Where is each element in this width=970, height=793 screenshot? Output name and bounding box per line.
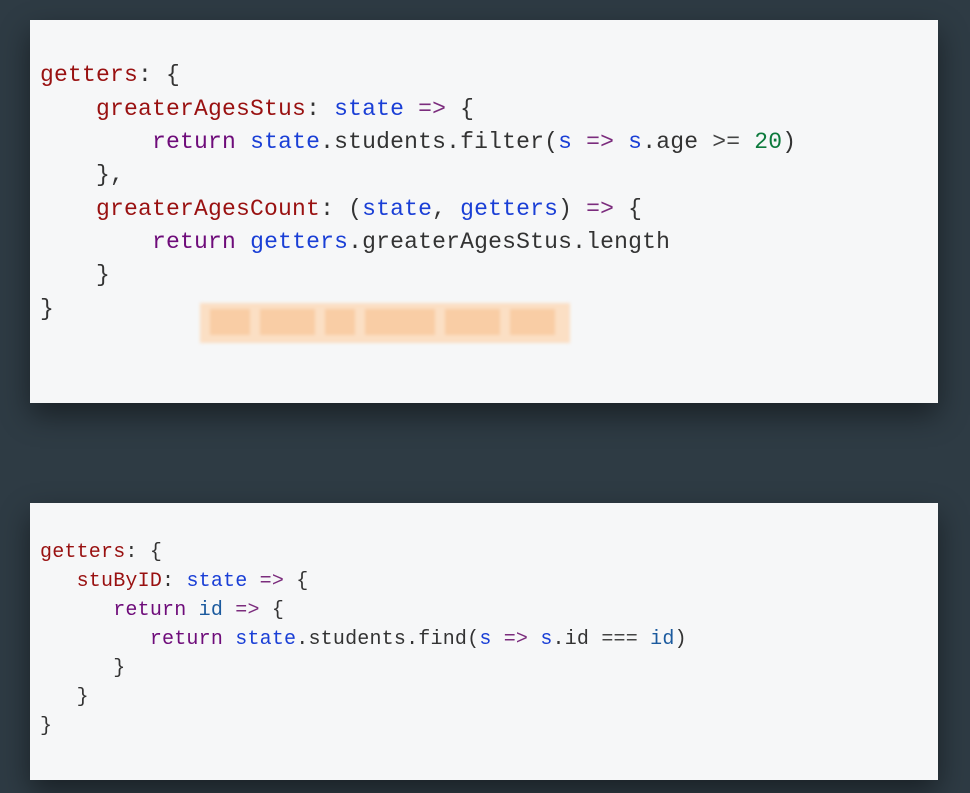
code-text xyxy=(40,196,96,222)
code-text xyxy=(40,686,77,709)
code-text: return xyxy=(150,628,223,651)
code-text: .students. xyxy=(296,628,418,651)
code-block-2: getters: { stuByID: state => { return id… xyxy=(30,503,938,780)
code-text xyxy=(40,129,152,155)
code-text: { xyxy=(460,96,474,122)
code-text: state xyxy=(235,628,296,651)
code-text: state xyxy=(334,96,404,122)
code-text: : xyxy=(162,570,186,593)
code-text: state xyxy=(186,570,247,593)
code-text: { xyxy=(296,570,308,593)
code-text: s xyxy=(540,628,552,651)
code-text: return xyxy=(152,229,236,255)
code-text: getters xyxy=(40,62,138,88)
code-text: s xyxy=(628,129,642,155)
code-text: : { xyxy=(125,541,162,564)
code-text xyxy=(740,129,754,155)
code-text: .age xyxy=(642,129,712,155)
code-text xyxy=(236,229,250,255)
code-text: s xyxy=(558,129,572,155)
code-block-1: getters: { greaterAgesStus: state => { r… xyxy=(30,20,938,403)
code-text: ) xyxy=(558,196,572,222)
code-text xyxy=(638,628,650,651)
code-text: } xyxy=(40,715,52,738)
code-text xyxy=(40,96,96,122)
code-text: => xyxy=(572,196,628,222)
code-text: greaterAgesStus xyxy=(96,96,306,122)
code-text: => xyxy=(247,570,296,593)
code-text: getters xyxy=(40,541,125,564)
smudge-overlay xyxy=(200,303,570,343)
code-text xyxy=(186,599,198,622)
code-text: { xyxy=(272,599,284,622)
code-text: state xyxy=(250,129,320,155)
code-text xyxy=(40,162,96,188)
code-text: filter xyxy=(460,129,544,155)
code-text: getters xyxy=(460,196,558,222)
code-text: >= xyxy=(712,129,740,155)
code-text: id xyxy=(650,628,674,651)
code-text: === xyxy=(601,628,638,651)
code-text: stuByID xyxy=(77,570,162,593)
code-text xyxy=(40,657,113,680)
code-text: : ( xyxy=(320,196,362,222)
code-text: : { xyxy=(138,62,180,88)
code-text xyxy=(236,129,250,155)
code-text: id xyxy=(199,599,223,622)
code-text: find xyxy=(418,628,467,651)
code-text xyxy=(40,570,77,593)
code-text: } xyxy=(77,686,89,709)
code-text: .id xyxy=(553,628,602,651)
code-text xyxy=(40,229,152,255)
code-text: return xyxy=(152,129,236,155)
code-text: 20 xyxy=(754,129,782,155)
page-root: getters: { greaterAgesStus: state => { r… xyxy=(0,0,970,793)
code-text: .greaterAgesStus.length xyxy=(348,229,670,255)
code-text: { xyxy=(628,196,642,222)
code-text: } xyxy=(113,657,125,680)
code-text: , xyxy=(432,196,460,222)
code-text: s xyxy=(479,628,491,651)
code-text: => xyxy=(572,129,628,155)
code-text: ) xyxy=(675,628,687,651)
code-text: ( xyxy=(467,628,479,651)
code-text: ) xyxy=(782,129,796,155)
code-text: greaterAgesCount xyxy=(96,196,320,222)
code-text: return xyxy=(113,599,186,622)
code-text xyxy=(223,628,235,651)
code-text: getters xyxy=(250,229,348,255)
code-text: state xyxy=(362,196,432,222)
code-text: : xyxy=(306,96,334,122)
code-text: => xyxy=(223,599,272,622)
code-text: }, xyxy=(96,162,124,188)
code-text: } xyxy=(40,296,54,322)
code-text xyxy=(40,599,113,622)
code-text xyxy=(40,262,96,288)
code-text: } xyxy=(96,262,110,288)
code-text xyxy=(40,628,150,651)
code-text: => xyxy=(404,96,460,122)
code-text: .students. xyxy=(320,129,460,155)
code-text: => xyxy=(492,628,541,651)
code-text: ( xyxy=(544,129,558,155)
